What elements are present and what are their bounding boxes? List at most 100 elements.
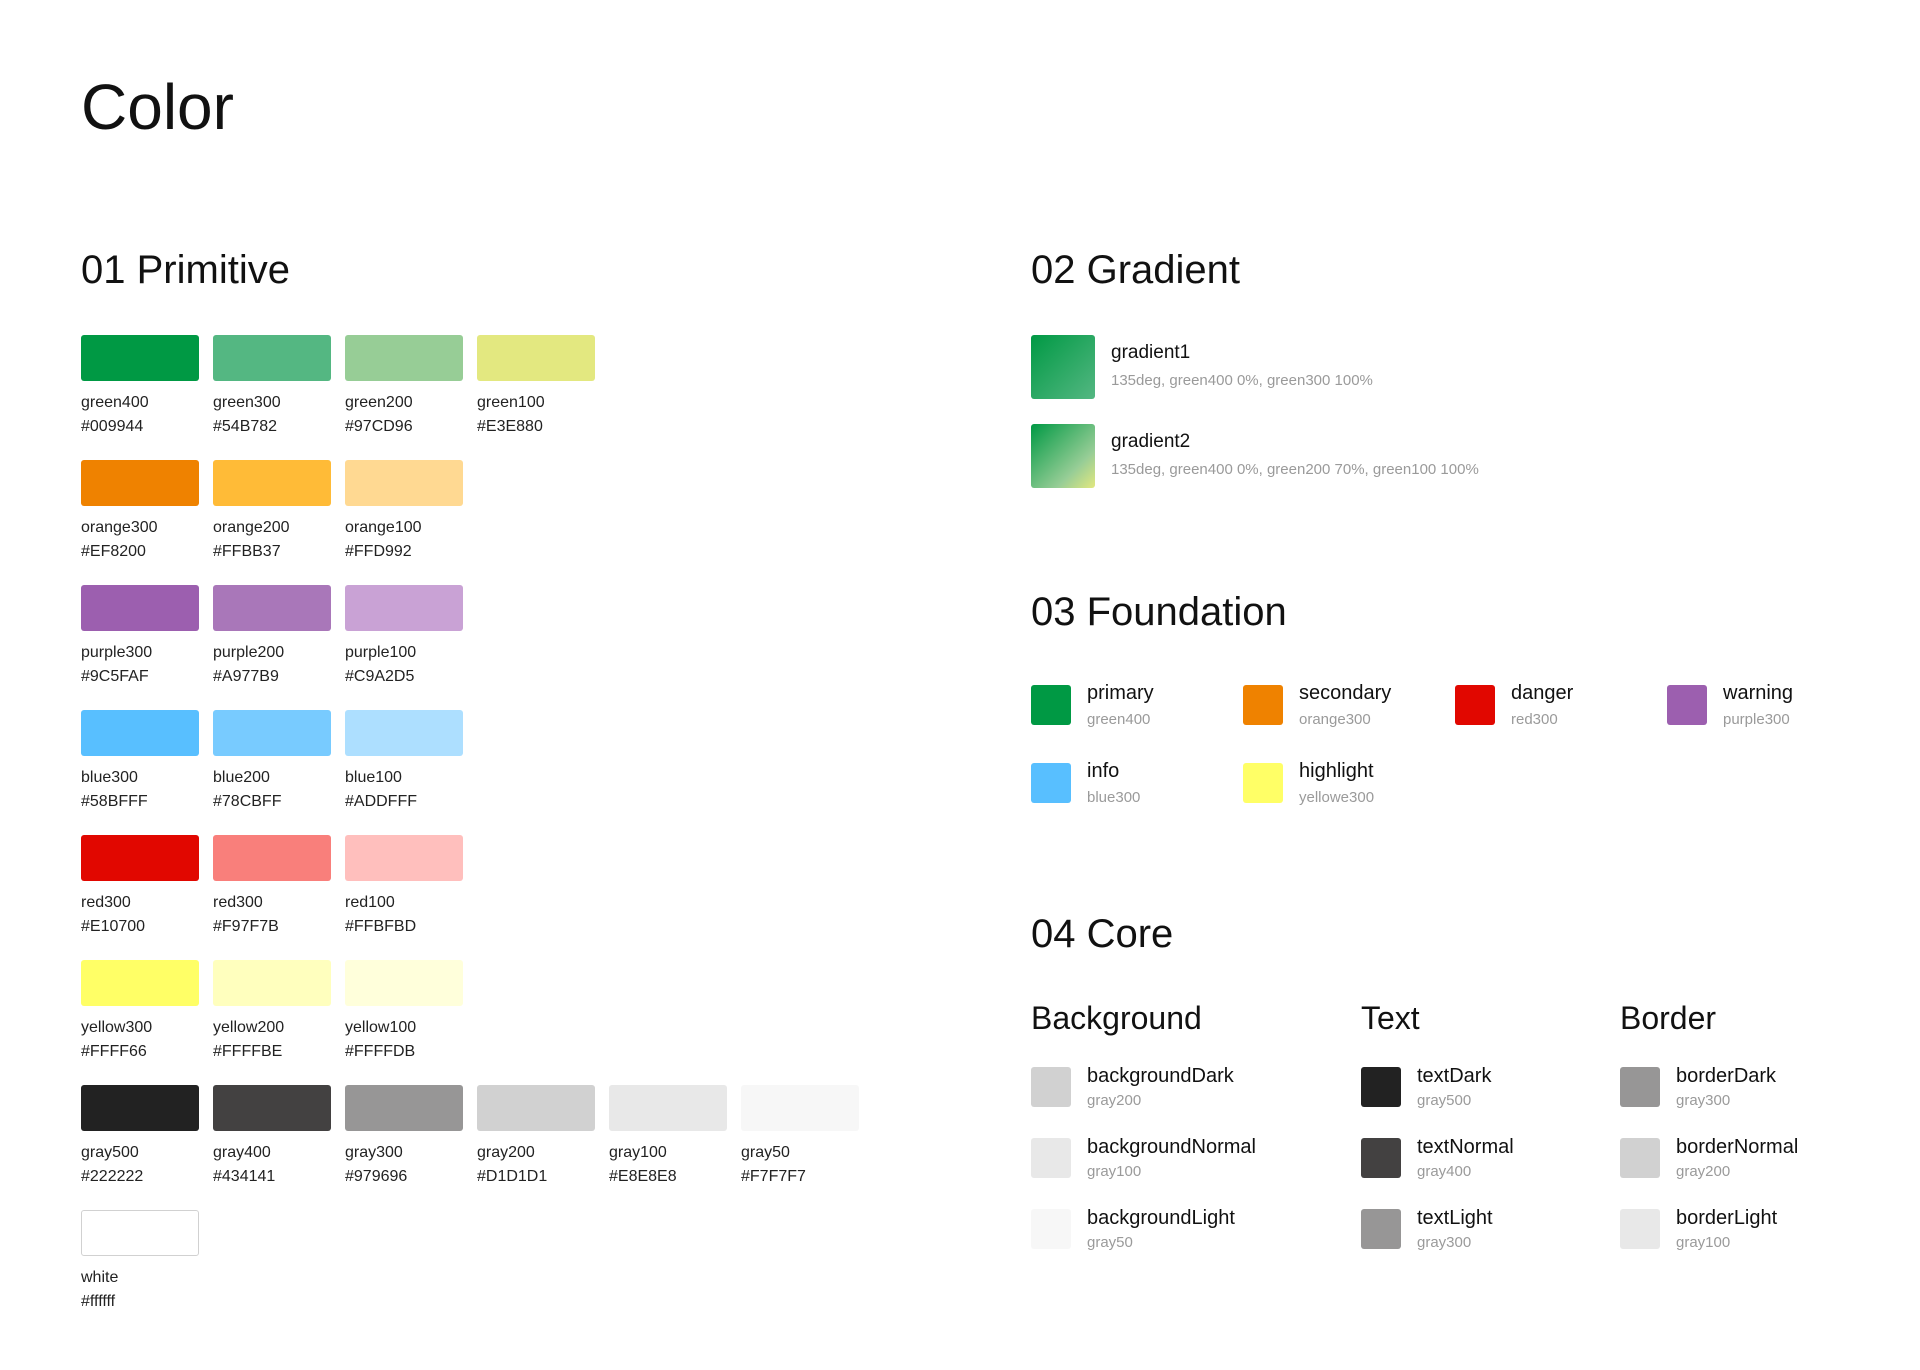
- core-section-title: 04 Core: [1031, 912, 1174, 956]
- core-chip: [1031, 1067, 1071, 1107]
- core-item-backgroundDark: backgroundDark gray200: [1031, 1063, 1256, 1123]
- color-swatch-blue100: blue100 #ADDFFF: [345, 710, 463, 810]
- core-token: gray400: [1417, 1163, 1472, 1180]
- color-name: green200: [345, 394, 413, 411]
- color-hex: #979696: [345, 1168, 408, 1185]
- core-chip: [1620, 1209, 1660, 1249]
- color-swatch-orange300: orange300 #EF8200: [81, 460, 199, 560]
- color-name: blue100: [345, 769, 402, 786]
- primitive-row: purple300 #9C5FAF purple200 #A977B9 purple10…: [81, 585, 921, 685]
- color-chip: [345, 460, 463, 506]
- core-chip: [1620, 1067, 1660, 1107]
- core-token: gray100: [1087, 1163, 1142, 1180]
- core-chip: [1361, 1067, 1401, 1107]
- core-text: borderLight gray100: [1676, 1205, 1777, 1265]
- color-swatch-green200: green200 #97CD96: [345, 335, 463, 435]
- color-chip: [81, 1210, 199, 1256]
- gradient-item-gradient2: gradient2 135deg, green400 0%, green200 7…: [1031, 424, 1831, 490]
- color-chip: [345, 585, 463, 631]
- color-name: gray300: [345, 1144, 403, 1161]
- color-chip: [81, 1085, 199, 1131]
- gradient-chip: [1031, 424, 1095, 488]
- foundation-text: primary green400: [1087, 680, 1154, 742]
- color-name: gray50: [741, 1144, 790, 1161]
- color-swatch-yellow300: yellow300 #FFFF66: [81, 960, 199, 1060]
- foundation-section-title: 03 Foundation: [1031, 590, 1287, 634]
- color-chip: [213, 585, 331, 631]
- core-text: textLight gray300: [1417, 1205, 1493, 1265]
- core-heading: Background: [1031, 1000, 1202, 1036]
- core-chip: [1361, 1138, 1401, 1178]
- core-name: textDark: [1417, 1065, 1492, 1087]
- color-name: red100: [345, 894, 395, 911]
- core-item-borderLight: borderLight gray100: [1620, 1205, 1798, 1265]
- foundation-text: danger red300: [1511, 680, 1573, 742]
- color-swatch-gray50: gray50 #F7F7F7: [741, 1085, 859, 1185]
- color-hex: #E3E880: [477, 418, 543, 435]
- color-swatch-green100: green100 #E3E880: [477, 335, 595, 435]
- color-chip: [345, 335, 463, 381]
- core-text: borderNormal gray200: [1676, 1134, 1798, 1194]
- core-name: borderLight: [1676, 1207, 1778, 1229]
- color-swatch-orange100: orange100 #FFD992: [345, 460, 463, 560]
- color-hex: #ADDFFF: [345, 793, 417, 810]
- color-swatch-gray400: gray400 #434141: [213, 1085, 331, 1185]
- color-chip: [345, 835, 463, 881]
- gradient-section-title: 02 Gradient: [1031, 248, 1241, 292]
- color-chip: [81, 335, 199, 381]
- core-token: gray50: [1087, 1234, 1133, 1251]
- color-name: blue200: [213, 769, 270, 786]
- color-hex: #54B782: [213, 418, 278, 435]
- color-hex: #FFFF66: [81, 1043, 147, 1060]
- color-hex: #FFD992: [345, 543, 412, 560]
- foundation-text: warning purple300: [1723, 680, 1793, 742]
- color-name: gray500: [81, 1144, 139, 1161]
- core-chip: [1361, 1209, 1401, 1249]
- page-title: Color: [81, 71, 234, 143]
- core-item-backgroundNormal: backgroundNormal gray100: [1031, 1134, 1256, 1194]
- foundation-item-warning: warning purple300: [1667, 680, 1879, 742]
- primitive-section-title: 01 Primitive: [81, 248, 290, 292]
- color-hex: #97CD96: [345, 418, 413, 435]
- color-hex: #FFFFDB: [345, 1043, 416, 1060]
- core-item-textDark: textDark gray500: [1361, 1063, 1514, 1123]
- color-hex: #F97F7B: [213, 918, 279, 935]
- primitive-row: gray500 #222222 gray400 #434141 gray300 #9796…: [81, 1085, 921, 1185]
- color-swatch-purple300: purple300 #9C5FAF: [81, 585, 199, 685]
- color-hex: #78CBFF: [213, 793, 282, 810]
- color-name: yellow200: [213, 1019, 285, 1036]
- foundation-item-secondary: secondary orange300: [1243, 680, 1455, 742]
- foundation-item-info: info blue300: [1031, 758, 1243, 820]
- color-swatch-red300: red300 #F97F7B: [213, 835, 331, 935]
- color-name: purple100: [345, 644, 417, 661]
- core-text: backgroundLight gray50: [1087, 1205, 1235, 1265]
- color-name: white: [81, 1269, 119, 1286]
- color-chip: [81, 835, 199, 881]
- primitive-row: green400 #009944 green300 #54B782 green200 #9…: [81, 335, 921, 435]
- foundation-item-highlight: highlight yellowe300: [1243, 758, 1455, 820]
- color-name: gray200: [477, 1144, 535, 1161]
- color-chip: [213, 710, 331, 756]
- color-chip: [345, 710, 463, 756]
- foundation-chip: [1031, 763, 1071, 803]
- color-hex: #222222: [81, 1168, 144, 1185]
- core-text: textNormal gray400: [1417, 1134, 1514, 1194]
- color-chip: [213, 1085, 331, 1131]
- color-hex: #434141: [213, 1168, 276, 1185]
- gradient-text: gradient2 135deg, green400 0%, green200 7…: [1111, 424, 1479, 480]
- color-chip: [345, 1085, 463, 1131]
- core-name: backgroundNormal: [1087, 1136, 1256, 1158]
- gradient-description: 135deg, green400 0%, green200 70%, green…: [1111, 461, 1479, 478]
- color-chip: [81, 960, 199, 1006]
- color-hex: #E8E8E8: [609, 1168, 677, 1185]
- core-chip: [1620, 1138, 1660, 1178]
- core-text: borderDark gray300: [1676, 1063, 1776, 1123]
- color-chip: [741, 1085, 859, 1131]
- color-chip: [609, 1085, 727, 1131]
- foundation-name: info: [1087, 760, 1120, 782]
- color-swatch-blue200: blue200 #78CBFF: [213, 710, 331, 810]
- color-swatch-blue300: blue300 #58BFFF: [81, 710, 199, 810]
- core-text: textDark gray500: [1417, 1063, 1491, 1123]
- foundation-palette: primary green400 secondary orange300 danger r…: [1031, 680, 1911, 836]
- color-swatch-green400: green400 #009944: [81, 335, 199, 435]
